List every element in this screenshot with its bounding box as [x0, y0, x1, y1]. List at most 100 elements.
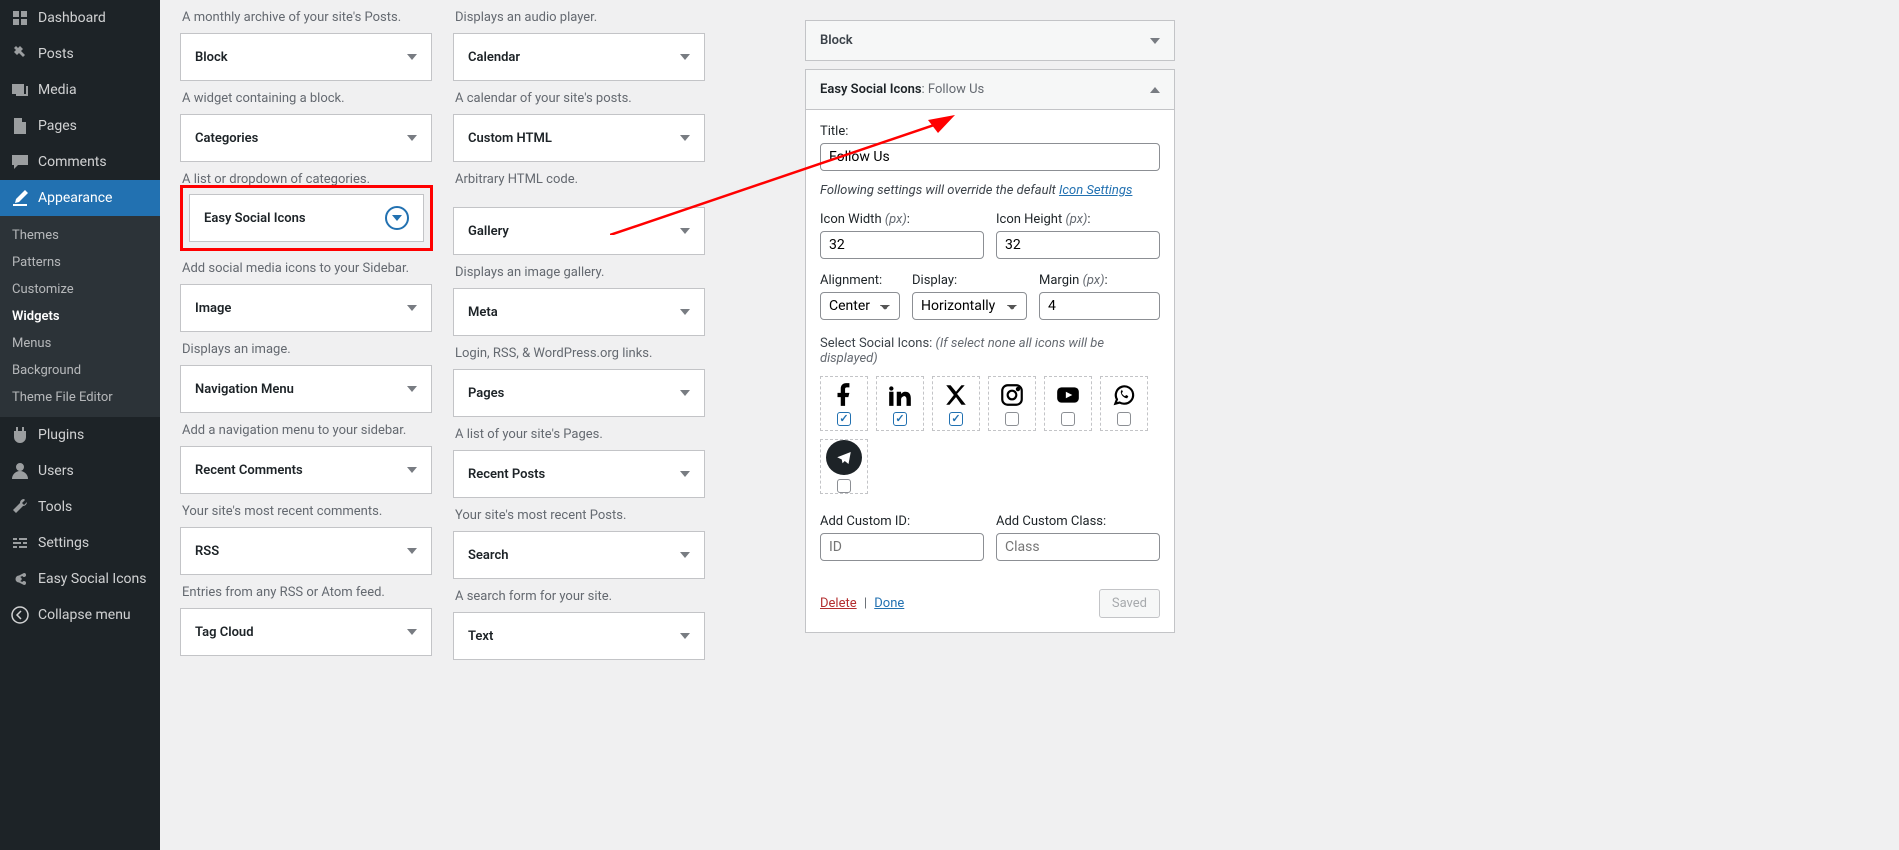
sidebar-sub-menus[interactable]: Menus: [0, 330, 160, 357]
widget-title: Recent Comments: [195, 463, 303, 478]
widget-title: Tag Cloud: [195, 625, 254, 640]
user-icon: [10, 461, 30, 481]
icon-option-whatsapp[interactable]: [1100, 376, 1148, 431]
media-icon: [10, 80, 30, 100]
panel-header[interactable]: Easy Social Icons: Follow Us: [806, 70, 1174, 110]
sidebar-widget-block-collapsed[interactable]: Block: [805, 20, 1175, 61]
sidebar-sub-customize[interactable]: Customize: [0, 276, 160, 303]
alignment-label: Alignment:: [820, 273, 900, 288]
title-input[interactable]: [820, 143, 1160, 171]
icon-option-facebook[interactable]: [820, 376, 868, 431]
display-label: Display:: [912, 273, 1027, 288]
sidebar-sub-background[interactable]: Background: [0, 357, 160, 384]
checkbox-icon[interactable]: [1061, 412, 1075, 426]
checkbox-icon[interactable]: [949, 412, 963, 426]
checkbox-icon[interactable]: [1117, 412, 1131, 426]
widget-title: Recent Posts: [468, 467, 545, 482]
sidebar-item-dashboard[interactable]: Dashboard: [0, 0, 160, 36]
display-select[interactable]: Horizontally: [912, 292, 1027, 320]
icon-option-telegram[interactable]: [820, 439, 868, 494]
icon-settings-link[interactable]: Icon Settings: [1059, 183, 1132, 198]
settings-icon: [10, 533, 30, 553]
linkedin-icon: [887, 382, 913, 408]
chevron-down-icon: [680, 552, 690, 558]
sidebar-sub-theme-file-editor[interactable]: Theme File Editor: [0, 384, 160, 411]
sidebar-item-pages[interactable]: Pages: [0, 108, 160, 144]
chevron-down-icon: [680, 54, 690, 60]
sidebar-item-label: Appearance: [38, 190, 112, 206]
widget-pages[interactable]: Pages: [453, 369, 705, 417]
sidebar-item-label: Users: [38, 463, 74, 479]
sidebar-item-settings[interactable]: Settings: [0, 525, 160, 561]
pin-icon: [10, 44, 30, 64]
sidebar-item-comments[interactable]: Comments: [0, 144, 160, 180]
checkbox-icon[interactable]: [837, 412, 851, 426]
widget-image[interactable]: Image: [180, 284, 432, 332]
sidebar-item-users[interactable]: Users: [0, 453, 160, 489]
done-link[interactable]: Done: [874, 596, 904, 611]
chevron-down-icon: [680, 309, 690, 315]
sidebar-item-collapse[interactable]: Collapse menu: [0, 597, 160, 633]
widget-categories[interactable]: Categories: [180, 114, 432, 162]
widget-easy-social-icons[interactable]: Easy Social Icons: [189, 194, 424, 242]
widget-desc: Entries from any RSS or Atom feed.: [182, 585, 434, 600]
pages-icon: [10, 116, 30, 136]
sidebar-sub-themes[interactable]: Themes: [0, 222, 160, 249]
alignment-select[interactable]: Center: [820, 292, 900, 320]
sidebar-item-label: Pages: [38, 118, 77, 134]
icon-width-input[interactable]: [820, 231, 984, 259]
sidebar-item-posts[interactable]: Posts: [0, 36, 160, 72]
widget-meta[interactable]: Meta: [453, 288, 705, 336]
margin-input[interactable]: [1039, 292, 1160, 320]
chevron-down-icon: [680, 135, 690, 141]
sidebar-sub-widgets[interactable]: Widgets: [0, 303, 160, 330]
widget-search[interactable]: Search: [453, 531, 705, 579]
sidebar-submenu: Themes Patterns Customize Widgets Menus …: [0, 216, 160, 417]
chevron-down-icon: [407, 548, 417, 554]
sidebar-sub-patterns[interactable]: Patterns: [0, 249, 160, 276]
custom-class-input[interactable]: [996, 533, 1160, 561]
widget-recent-posts[interactable]: Recent Posts: [453, 450, 705, 498]
checkbox-icon[interactable]: [893, 412, 907, 426]
widget-rss[interactable]: RSS: [180, 527, 432, 575]
sidebar-item-easy-social-icons[interactable]: Easy Social Icons: [0, 561, 160, 597]
sidebar-item-label: Collapse menu: [38, 607, 131, 623]
widget-block[interactable]: Block: [180, 33, 432, 81]
widget-desc: Login, RSS, & WordPress.org links.: [455, 346, 707, 361]
widget-custom-html[interactable]: Custom HTML: [453, 114, 705, 162]
icon-option-youtube[interactable]: [1044, 376, 1092, 431]
sidebar-item-media[interactable]: Media: [0, 72, 160, 108]
widget-desc: A list of your site's Pages.: [455, 427, 707, 442]
delete-link[interactable]: Delete: [820, 596, 857, 611]
sidebar-item-label: Plugins: [38, 427, 84, 443]
widget-recent-comments[interactable]: Recent Comments: [180, 446, 432, 494]
sidebar-item-tools[interactable]: Tools: [0, 489, 160, 525]
expand-toggle[interactable]: [385, 206, 409, 230]
widget-title: Text: [468, 629, 493, 644]
wrench-icon: [10, 497, 30, 517]
whatsapp-icon: [1111, 382, 1137, 408]
widget-calendar[interactable]: Calendar: [453, 33, 705, 81]
icon-option-instagram[interactable]: [988, 376, 1036, 431]
icon-option-twitter-x[interactable]: [932, 376, 980, 431]
margin-label: Margin (px):: [1039, 273, 1160, 288]
icon-option-linkedin[interactable]: [876, 376, 924, 431]
sidebar-item-appearance[interactable]: Appearance: [0, 180, 160, 216]
chevron-down-icon: [407, 386, 417, 392]
widget-title: Pages: [468, 386, 504, 401]
sidebar-item-label: Media: [38, 82, 77, 98]
sidebar-item-plugins[interactable]: Plugins: [0, 417, 160, 453]
icon-height-input[interactable]: [996, 231, 1160, 259]
widget-gallery[interactable]: Gallery: [453, 207, 705, 255]
saved-button: Saved: [1099, 589, 1160, 618]
widget-title: Easy Social Icons: [204, 211, 306, 226]
checkbox-icon[interactable]: [1005, 412, 1019, 426]
widget-tag-cloud[interactable]: Tag Cloud: [180, 608, 432, 656]
facebook-icon: [831, 382, 857, 408]
custom-id-input[interactable]: [820, 533, 984, 561]
checkbox-icon[interactable]: [837, 479, 851, 493]
panel-title: Block: [820, 33, 853, 48]
widget-navigation-menu[interactable]: Navigation Menu: [180, 365, 432, 413]
custom-id-label: Add Custom ID:: [820, 514, 984, 529]
widget-text[interactable]: Text: [453, 612, 705, 660]
